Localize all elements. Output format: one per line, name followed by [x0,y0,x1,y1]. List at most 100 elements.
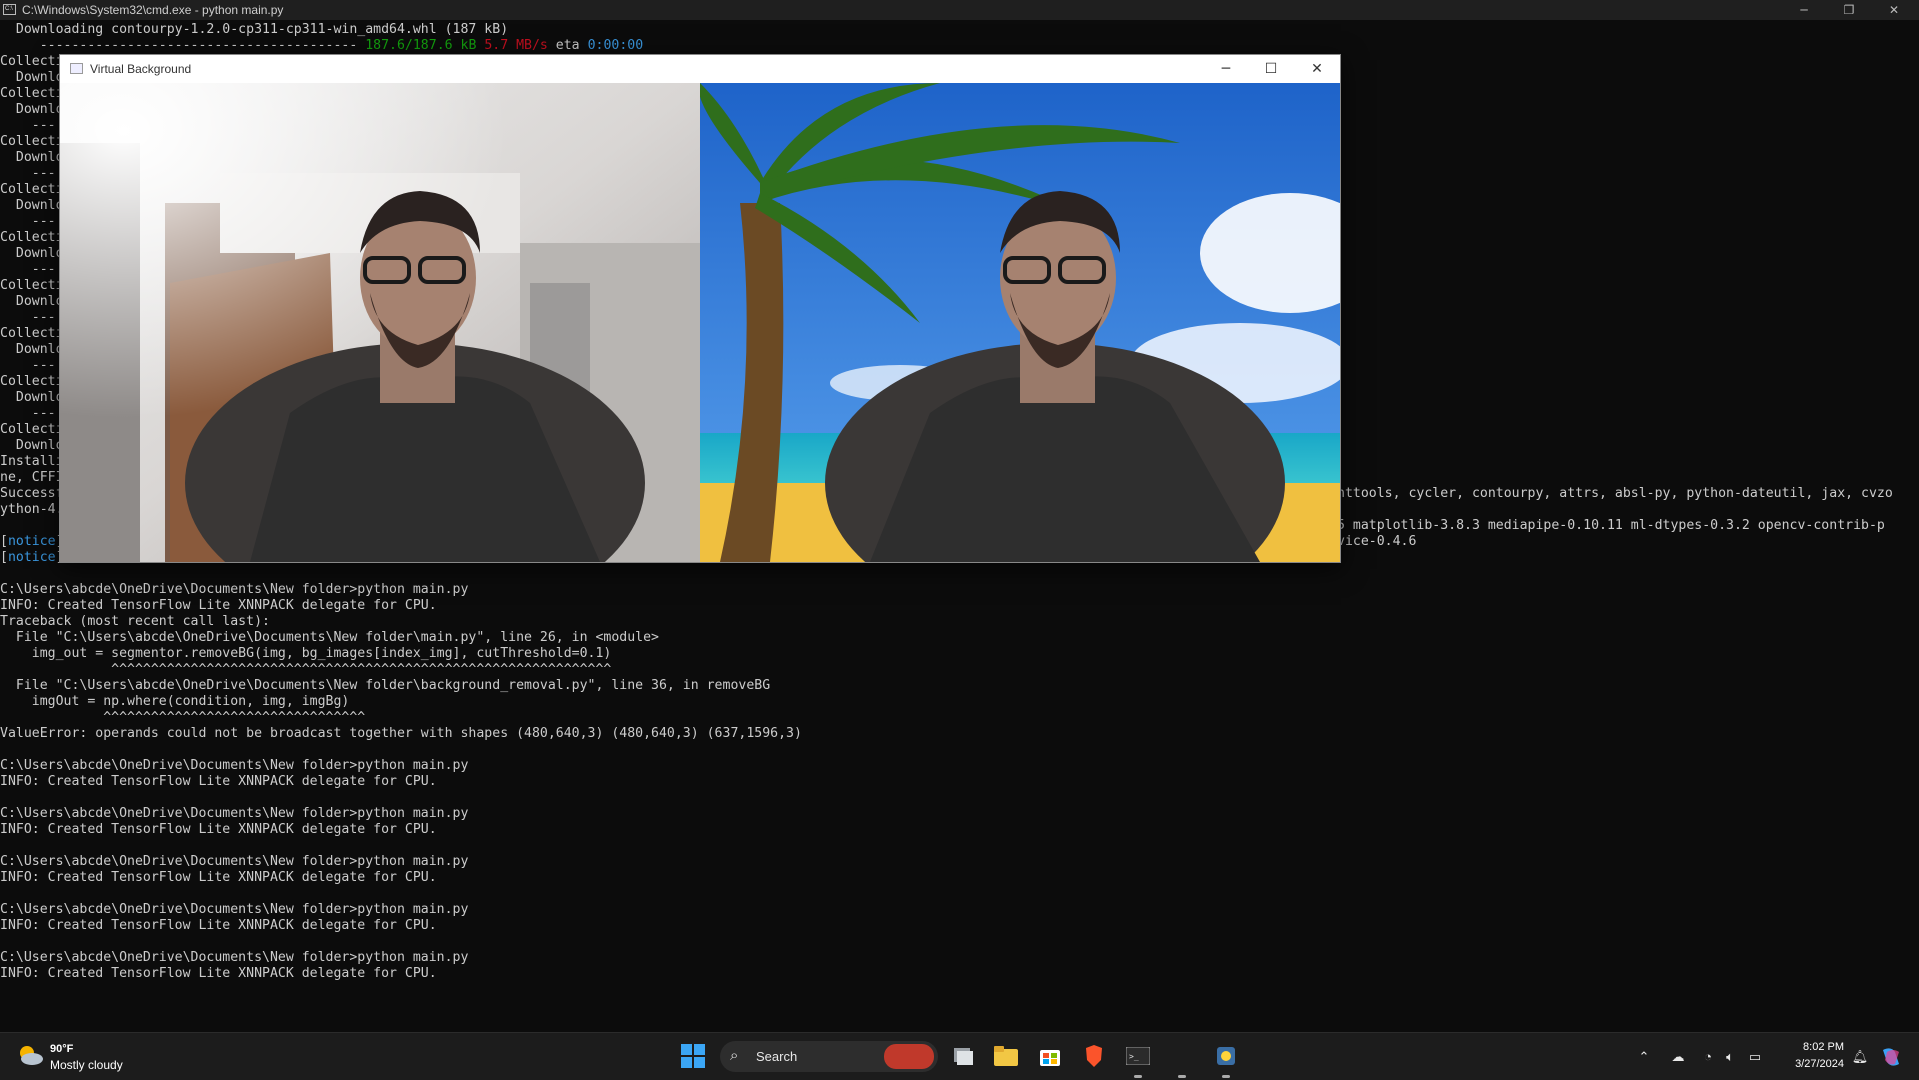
file-explorer-button[interactable] [993,1043,1019,1069]
console-line: Collecti [0,182,64,197]
notice-line: [notice] [0,550,64,565]
console-line: --- [0,118,56,133]
notice-label: notice [7,550,56,565]
console-line: Collecti [0,374,64,389]
close-button[interactable]: ✕ [1872,0,1916,20]
console-line: Collecti [0,230,64,245]
virtual-background-frame [700,83,1340,562]
cloudy-weather-icon [20,1046,43,1065]
console-line: --- [0,214,56,229]
console-line: Collecti [0,54,64,69]
console-line: Downlo [0,70,64,85]
show-hidden-icons-button[interactable]: ⌃ [1634,1033,1654,1080]
search-placeholder: Search [756,1049,798,1064]
video-maximize-button[interactable]: ☐ [1248,55,1294,83]
taskbar: 90°F Mostly cloudy ⌕ Search >_ ⌃ ☁ ◔ 🔈︎ … [0,1032,1919,1080]
console-line: File "C:\Users\abcde\OneDrive\Documents\… [0,630,659,645]
console-line: Downlo [0,342,64,357]
console-title: C:\Windows\System32\cmd.exe - python mai… [22,3,284,17]
console-line: Downlo [0,390,64,405]
console-line: --- [0,262,56,277]
terminal-icon: >_ [1126,1047,1150,1065]
console-line: Downloading contourpy-1.2.0-cp311-cp311-… [0,22,509,37]
onedrive-tray-button[interactable]: ☁ [1666,1033,1690,1080]
console-title-bar[interactable]: C:\ C:\Windows\System32\cmd.exe - python… [0,0,1919,20]
running-indicator [1222,1075,1230,1078]
console-line: --- [0,310,56,325]
start-button[interactable] [680,1043,706,1069]
console-line: imgOut = np.where(condition, img, imgBg) [0,694,350,709]
console-line: 5 matplotlib-3.8.3 mediapipe-0.10.11 ml-… [1337,518,1885,533]
console-line: Downlo [0,294,64,309]
console-line: C:\Users\abcde\OneDrive\Documents\New fo… [0,950,469,965]
brave-browser-button[interactable] [1081,1043,1107,1069]
chevron-up-icon: ⌃ [1638,1048,1650,1064]
battery-icon: ▭ [1748,1048,1762,1064]
restore-button[interactable]: ❐ [1827,0,1871,20]
store-button[interactable] [1037,1043,1063,1069]
volume-button[interactable]: 🔈︎ [1720,1033,1740,1080]
console-line: --- [0,406,56,421]
search-highlight-icon [884,1044,934,1069]
clock-time[interactable]: 8:02 PM [1774,1041,1844,1053]
console-line: nttools, cycler, contourpy, attrs, absl-… [1337,486,1893,501]
weather-widget[interactable] [16,1043,44,1072]
console-line: vice-0.4.6 [1337,534,1417,549]
console-line: Collecti [0,278,64,293]
console-line: img_out = segmentor.removeBG(img, bg_ima… [0,646,612,661]
wifi-button[interactable]: ◔ [1698,1033,1718,1080]
video-frames [60,83,1340,562]
console-line: Downlo [0,438,64,453]
console-line: File "C:\Users\abcde\OneDrive\Documents\… [0,678,771,693]
svg-text:>_: >_ [1129,1052,1139,1061]
console-line: C:\Users\abcde\OneDrive\Documents\New fo… [0,758,469,773]
task-view-icon [954,1048,973,1065]
search-box[interactable]: ⌕ Search [720,1041,938,1072]
console-line: Collecti [0,326,64,341]
console-line: INFO: Created TensorFlow Lite XNNPACK de… [0,918,437,933]
brave-lion-icon [1086,1045,1102,1067]
console-line: Downlo [0,150,64,165]
running-indicator [1134,1075,1142,1078]
video-close-button[interactable]: ✕ [1294,55,1340,83]
video-minimize-button[interactable]: ─ [1203,55,1249,83]
cmd-icon: C:\ [3,4,16,15]
python-app-button[interactable] [1213,1043,1239,1069]
weather-desc: Mostly cloudy [50,1058,123,1072]
virtual-background-window[interactable]: Virtual Background ─ ☐ ✕ [59,54,1341,563]
console-line: ValueError: operands could not be broadc… [0,726,802,741]
console-line: Downlo [0,198,64,213]
console-line: --- [0,358,56,373]
console-line: C:\Users\abcde\OneDrive\Documents\New fo… [0,806,469,821]
notifications-button[interactable]: 🔔︎ [1850,1033,1870,1080]
clock-date[interactable]: 3/27/2024 [1774,1058,1844,1070]
console-line: Downlo [0,102,64,117]
console-line: Downlo [0,246,64,261]
notice-label: notice [7,534,56,549]
console-line: ne, CFFI [0,470,64,485]
task-view-button[interactable] [950,1043,976,1069]
console-line: C:\Users\abcde\OneDrive\Documents\New fo… [0,582,469,597]
progress-eta-label: eta [547,38,588,53]
bell-icon: 🔔︎ [1851,1048,1869,1064]
console-line: Successf [0,486,64,501]
windows-icon [681,1044,705,1068]
terminal-button[interactable]: >_ [1125,1043,1151,1069]
progress-eta: 0:00:00 [587,38,644,53]
copilot-icon [1883,1047,1899,1066]
console-line: ^^^^^^^^^^^^^^^^^^^^^^^^^^^^^^^^^ [0,710,366,725]
console-line: Collecti [0,86,64,101]
console-line: Traceback (most recent call last): [0,614,270,629]
console-line: Collecti [0,422,64,437]
console-line: ^^^^^^^^^^^^^^^^^^^^^^^^^^^^^^^^^^^^^^^^… [0,662,612,677]
console-line: Collecti [0,134,64,149]
console-line: INFO: Created TensorFlow Lite XNNPACK de… [0,966,437,981]
video-window-title: Virtual Background [90,62,192,76]
console-line: INFO: Created TensorFlow Lite XNNPACK de… [0,598,437,613]
running-indicator [1178,1075,1186,1078]
copilot-button[interactable] [1876,1033,1906,1080]
store-icon [1040,1050,1060,1066]
console-progress-line: ----------------------------------------… [0,38,643,54]
battery-button[interactable]: ▭ [1744,1033,1766,1080]
minimize-button[interactable]: ─ [1782,0,1826,20]
